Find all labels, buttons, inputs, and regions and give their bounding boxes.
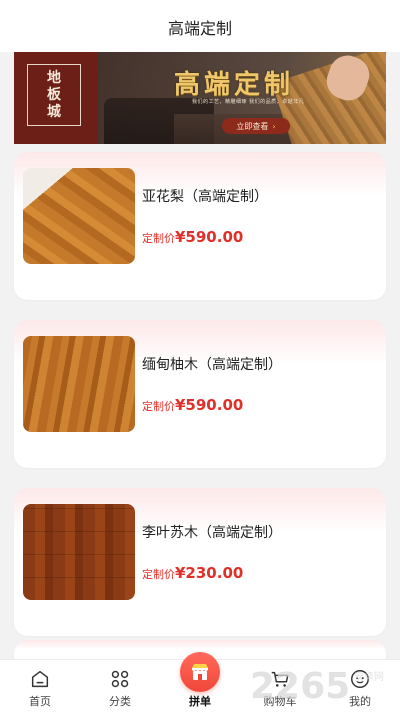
product-image[interactable] xyxy=(23,504,135,600)
product-price: 定制价 ¥230.00 xyxy=(142,564,243,582)
price-value: ¥590.00 xyxy=(175,396,244,414)
nav-category-label: 分类 xyxy=(109,695,131,708)
category-grid-icon xyxy=(111,670,129,688)
banner-view-now-button[interactable]: 立即查看 › xyxy=(222,118,290,134)
home-icon xyxy=(31,670,49,688)
product-price: 定制价 ¥590.00 xyxy=(142,396,243,414)
product-name[interactable]: 缅甸柚木（高端定制） xyxy=(142,354,282,374)
product-card[interactable]: 李叶苏木（高端定制） 定制价 ¥230.00 xyxy=(14,488,386,636)
promo-banner[interactable]: 地 板 城 高端定制 我们的工艺，精雕细琢 我们的品质，卓越非凡 立即查看 › xyxy=(14,52,386,144)
user-icon xyxy=(351,670,369,688)
nav-home-label: 首页 xyxy=(29,695,51,708)
brand-logo: 地 板 城 xyxy=(27,64,81,126)
logo-char: 城 xyxy=(47,103,61,120)
price-value: ¥590.00 xyxy=(175,228,244,246)
nav-home[interactable]: 首页 xyxy=(0,660,80,712)
nav-mine-label: 我的 xyxy=(349,695,371,708)
product-name[interactable]: 亚花梨（高端定制） xyxy=(142,186,268,206)
logo-char: 地 xyxy=(47,69,61,86)
nav-group-buy-label: 拼单 xyxy=(189,695,211,708)
group-buy-fab[interactable] xyxy=(180,652,220,692)
product-card[interactable]: 亚花梨（高端定制） 定制价 ¥590.00 xyxy=(14,152,386,300)
product-card[interactable]: 缅甸柚木（高端定制） 定制价 ¥590.00 xyxy=(14,320,386,468)
shop-icon xyxy=(192,664,208,680)
logo-char: 板 xyxy=(47,86,61,103)
nav-cart[interactable]: 购物车 xyxy=(240,660,320,712)
price-label: 定制价 xyxy=(142,568,175,581)
nav-category[interactable]: 分类 xyxy=(80,660,160,712)
price-label: 定制价 xyxy=(142,232,175,245)
price-value: ¥230.00 xyxy=(175,564,244,582)
price-label: 定制价 xyxy=(142,400,175,413)
banner-cta-label: 立即查看 xyxy=(236,121,269,131)
cart-icon xyxy=(271,671,289,687)
banner-logo-panel: 地 板 城 xyxy=(14,52,98,144)
product-image[interactable] xyxy=(23,168,135,264)
banner-tagline: 我们的工艺，精雕细琢 我们的品质，卓越非凡 xyxy=(192,99,305,105)
nav-mine[interactable]: 我的 xyxy=(320,660,400,712)
product-image[interactable] xyxy=(23,336,135,432)
product-price: 定制价 ¥590.00 xyxy=(142,228,243,246)
product-name[interactable]: 李叶苏木（高端定制） xyxy=(142,522,282,542)
banner-headline: 高端定制 xyxy=(174,70,295,100)
top-bar: 高端定制 xyxy=(0,0,400,52)
arrow-right-icon: › xyxy=(272,121,276,131)
page-title: 高端定制 xyxy=(167,19,232,38)
nav-cart-label: 购物车 xyxy=(263,695,297,708)
